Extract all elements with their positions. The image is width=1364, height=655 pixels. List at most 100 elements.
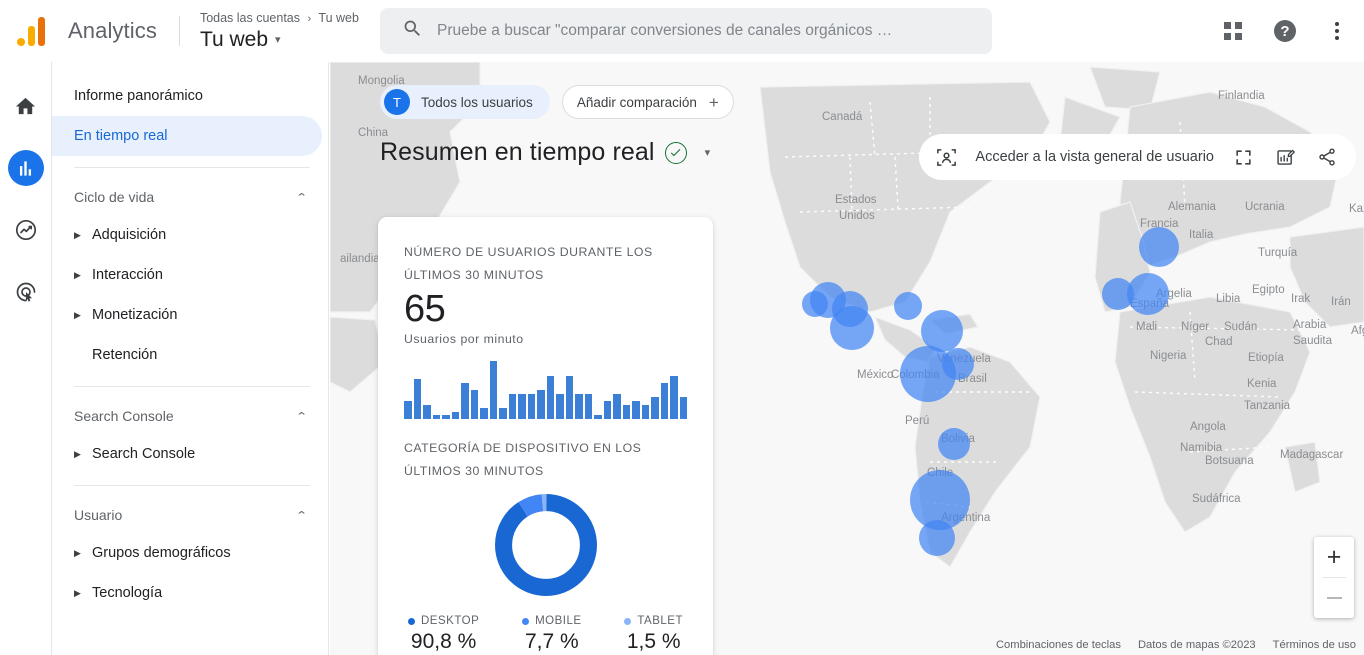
spark-bar[interactable] (660, 382, 668, 419)
audience-chip-all-users[interactable]: T Todos los usuarios (380, 85, 550, 119)
sidebar-group-label: Search Console (74, 408, 174, 424)
terms-of-use-link[interactable]: Términos de uso (1273, 639, 1356, 651)
spark-bar[interactable] (632, 400, 640, 419)
rail-item-reports[interactable] (7, 150, 44, 186)
map-user-bubble[interactable] (919, 520, 955, 556)
spark-bar[interactable] (432, 415, 440, 419)
spark-bar[interactable] (461, 382, 469, 419)
legend-label: MOBILE (535, 615, 582, 627)
map-user-bubble[interactable] (938, 428, 970, 460)
user-snapshot-icon[interactable] (933, 144, 959, 170)
breadcrumb-current[interactable]: Tu web (318, 11, 359, 25)
sidebar-item-tecnologia[interactable]: ▶ Tecnología (52, 573, 328, 613)
spark-bar[interactable] (451, 411, 459, 419)
map-label: Angola (1190, 421, 1226, 433)
add-comparison-button[interactable]: Añadir comparación + (561, 85, 734, 119)
spark-bar[interactable] (489, 361, 497, 419)
sidebar-item-label: Interacción (92, 267, 163, 283)
sidebar-item-monetizacion[interactable]: ▶ Monetización (52, 295, 328, 335)
spark-bar[interactable] (518, 393, 526, 419)
rail-item-explore[interactable] (8, 212, 44, 248)
account-selector[interactable]: Todas las cuentas › Tu web Tu web ▾ (200, 10, 359, 53)
spark-bar[interactable] (594, 415, 602, 419)
spark-bar[interactable] (670, 375, 678, 419)
map-user-bubble[interactable] (921, 310, 963, 352)
sidebar-item-interaccion[interactable]: ▶ Interacción (52, 255, 328, 295)
map-user-bubble[interactable] (894, 292, 922, 320)
map-label: Botsuana (1205, 455, 1254, 467)
check-circle-icon[interactable] (664, 141, 687, 164)
spark-bar[interactable] (651, 397, 659, 419)
spark-bar[interactable] (603, 400, 611, 419)
realtime-map-panel[interactable]: Mongolia China ailandia Canadá Estados Unidos… (330, 62, 1364, 655)
spark-bar[interactable] (556, 393, 564, 419)
spark-bar[interactable] (679, 397, 687, 419)
rail-item-home[interactable] (8, 88, 44, 124)
map-user-bubble[interactable] (1139, 227, 1179, 267)
spark-bar[interactable] (546, 375, 554, 419)
map-label: Etiopía (1248, 352, 1284, 364)
sidebar-item-adquisicion[interactable]: ▶ Adquisición (52, 215, 328, 255)
rail-item-advertising[interactable] (8, 274, 44, 310)
sidebar-item-informe-panoramico[interactable]: Informe panorámico (52, 76, 322, 116)
spark-bar[interactable] (641, 404, 649, 419)
spark-bar[interactable] (527, 393, 535, 419)
apps-grid-icon[interactable] (1220, 18, 1246, 44)
map-label: Chad (1205, 336, 1233, 348)
kebab-menu-icon[interactable] (1324, 18, 1350, 44)
spark-bar[interactable] (565, 375, 573, 419)
sidebar-group-search-console[interactable]: Search Console ⌃ (52, 398, 328, 434)
sidebar-item-retencion[interactable]: ▶ Retención (52, 335, 328, 375)
fullscreen-icon[interactable] (1230, 144, 1256, 170)
sidebar-item-search-console[interactable]: ▶ Search Console (52, 434, 328, 474)
keyboard-shortcuts-link[interactable]: Combinaciones de teclas (996, 639, 1121, 651)
share-icon[interactable] (1314, 144, 1340, 170)
sidebar-group-usuario[interactable]: Usuario ⌃ (52, 497, 328, 533)
search-input[interactable] (437, 22, 992, 40)
sidebar-group-label: Ciclo de vida (74, 189, 155, 205)
map-user-bubble[interactable] (1102, 278, 1134, 310)
spark-bar[interactable] (499, 408, 507, 419)
user-snapshot-label[interactable]: Acceder a la vista general de usuario (975, 149, 1214, 165)
minus-icon (1326, 596, 1342, 600)
breadcrumb-root[interactable]: Todas las cuentas (200, 11, 300, 25)
search-bar[interactable] (380, 8, 992, 54)
spark-bar[interactable] (404, 400, 412, 419)
legend-item[interactable]: TABLET 1,5 % (624, 615, 683, 654)
spark-bar[interactable] (423, 404, 431, 419)
spark-bar[interactable] (508, 393, 516, 419)
map-zoom-controls: + (1314, 537, 1354, 618)
map-label: Egipto (1252, 284, 1285, 296)
map-label: Afg (1351, 325, 1364, 337)
spark-bar[interactable] (413, 379, 421, 419)
triangle-right-icon: ▶ (74, 229, 81, 240)
edit-chart-icon[interactable] (1272, 144, 1298, 170)
breadcrumb-separator-icon: › (307, 12, 312, 25)
spark-bar[interactable] (613, 393, 621, 419)
legend-item[interactable]: MOBILE 7,7 % (522, 615, 581, 654)
zoom-out-button[interactable] (1314, 578, 1354, 618)
sidebar-group-ciclo-de-vida[interactable]: Ciclo de vida ⌃ (52, 179, 328, 215)
donut-segment[interactable] (494, 494, 597, 596)
spark-bar[interactable] (480, 408, 488, 419)
sidebar-item-grupos-demograficos[interactable]: ▶ Grupos demográficos (52, 533, 328, 573)
map-label: Irak (1291, 293, 1310, 305)
sidebar-item-en-tiempo-real[interactable]: En tiempo real (52, 116, 322, 156)
spark-bar[interactable] (622, 404, 630, 419)
spark-bar[interactable] (470, 390, 478, 419)
spark-bar[interactable] (537, 390, 545, 419)
spark-bar[interactable] (575, 393, 583, 419)
map-user-bubble[interactable] (942, 348, 974, 380)
spark-bar[interactable] (584, 393, 592, 419)
map-toolbar: Acceder a la vista general de usuario (919, 134, 1356, 180)
device-category-donut[interactable] (404, 489, 687, 601)
property-title[interactable]: Tu web ▾ (200, 27, 359, 53)
chevron-down-icon[interactable]: ▾ (705, 146, 711, 159)
add-comparison-label: Añadir comparación (576, 94, 697, 110)
spark-bar[interactable] (442, 415, 450, 419)
users-per-minute-barchart[interactable] (404, 361, 687, 419)
help-icon[interactable]: ? (1272, 18, 1298, 44)
legend-item[interactable]: DESKTOP 90,8 % (408, 615, 479, 654)
zoom-in-button[interactable]: + (1314, 537, 1354, 577)
map-user-bubble[interactable] (830, 306, 874, 350)
